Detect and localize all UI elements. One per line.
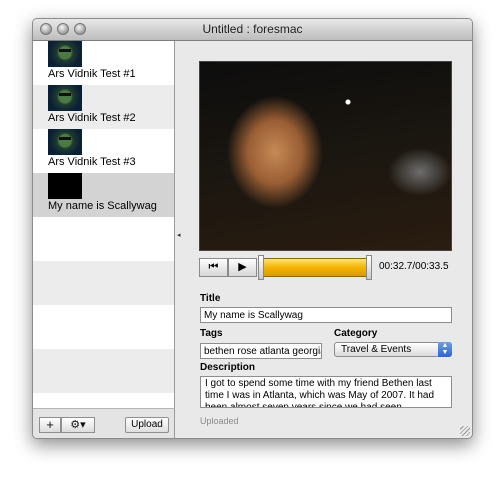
title-field[interactable]: My name is Scallywag xyxy=(200,307,452,323)
list-item-label: Ars Vidnik Test #1 xyxy=(48,68,136,80)
play-icon[interactable]: ▶ xyxy=(228,258,257,277)
upload-status: Uploaded xyxy=(200,416,239,426)
empty-row xyxy=(33,349,174,393)
description-label: Description xyxy=(200,362,256,373)
scrubber-start-handle[interactable] xyxy=(258,255,264,280)
playback-scrubber[interactable] xyxy=(262,258,372,277)
time-readout: 00:32.7/00:33.5 xyxy=(379,261,449,272)
window-title: Untitled : foresmac xyxy=(202,22,303,36)
list-item[interactable]: Ars Vidnik Test #1 xyxy=(33,41,174,85)
video-thumbnail xyxy=(48,173,82,199)
title-label: Title xyxy=(200,293,221,304)
add-icon[interactable]: + xyxy=(39,417,61,433)
video-thumbnail xyxy=(48,129,82,155)
category-label: Category xyxy=(334,328,378,339)
video-thumbnail xyxy=(48,41,82,67)
gear-icon[interactable]: ⚙▾ xyxy=(61,417,95,433)
sidebar-toolbar: + ⚙▾ Upload xyxy=(33,408,175,438)
video-preview[interactable] xyxy=(199,61,452,251)
list-item-label: Ars Vidnik Test #2 xyxy=(48,112,136,124)
list-item-selected[interactable]: My name is Scallywag xyxy=(33,173,174,217)
title-bar[interactable]: Untitled : foresmac xyxy=(33,19,472,41)
list-item[interactable]: Ars Vidnik Test #3 xyxy=(33,129,174,173)
rewind-icon[interactable]: ⏮ xyxy=(199,258,228,277)
video-list: Ars Vidnik Test #1 Ars Vidnik Test #2 Ar… xyxy=(33,41,175,408)
list-item[interactable]: Ars Vidnik Test #2 xyxy=(33,85,174,129)
tags-field[interactable]: bethen rose atlanta georgia xyxy=(200,343,322,359)
category-value: Travel & Events xyxy=(341,344,412,355)
upload-button[interactable]: Upload xyxy=(125,417,169,433)
video-thumbnail xyxy=(48,85,82,111)
list-item-label: Ars Vidnik Test #3 xyxy=(48,156,136,168)
tags-label: Tags xyxy=(200,328,223,339)
empty-row xyxy=(33,261,174,305)
resize-grip-icon[interactable] xyxy=(460,426,470,436)
splitter-arrow-icon[interactable]: ◂ xyxy=(177,231,181,239)
app-window: Untitled : foresmac Ars Vidnik Test #1 A… xyxy=(32,18,473,439)
scrubber-playhead[interactable] xyxy=(366,255,373,280)
description-field[interactable]: I got to spend some time with my friend … xyxy=(200,376,452,408)
chevron-up-down-icon: ▲ ▼ xyxy=(438,342,452,357)
list-item-label: My name is Scallywag xyxy=(48,200,157,212)
category-select[interactable]: Travel & Events ▲ ▼ xyxy=(334,342,452,357)
